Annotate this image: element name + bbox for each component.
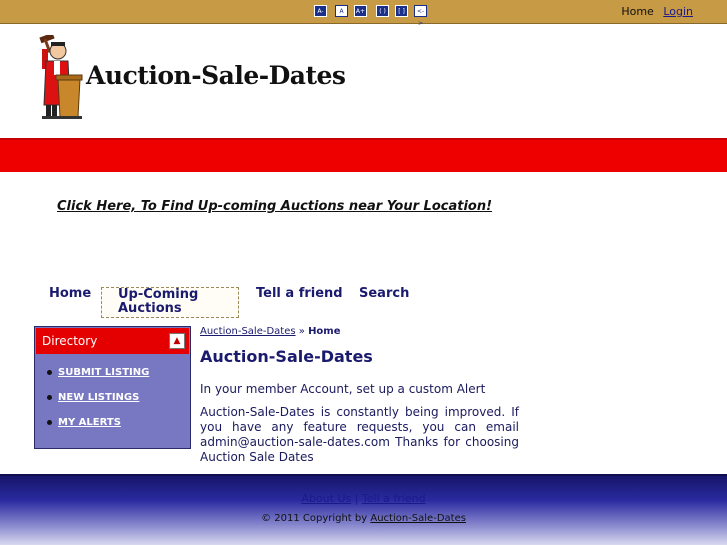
- directory-header: Directory ▲: [36, 328, 189, 354]
- breadcrumb-current: Home: [308, 326, 341, 337]
- site-header: Auction-Sale-Dates: [0, 25, 727, 138]
- narrow-width-icon[interactable]: ( ): [376, 5, 389, 17]
- footer-tell-a-friend-link[interactable]: Tell a friend: [362, 492, 426, 505]
- site-footer: About Us | Tell a friend © 2011 Copyrigh…: [0, 474, 727, 545]
- logo-text[interactable]: Auction-Sale-Dates: [86, 61, 346, 90]
- nav-home[interactable]: Home: [49, 286, 91, 301]
- collapse-chevron-up-icon[interactable]: ▲: [169, 333, 185, 349]
- nav-upcoming-auctions[interactable]: Up-Coming Auctions: [101, 287, 239, 318]
- page-title: Auction-Sale-Dates: [200, 347, 373, 366]
- copyright-text: © 2011 Copyright by: [261, 513, 371, 524]
- sidebar-item-label: SUBMIT LISTING: [58, 367, 150, 378]
- reset-font-icon[interactable]: A: [335, 5, 348, 17]
- login-link[interactable]: Login: [663, 5, 693, 18]
- sidebar-item-new-listings[interactable]: NEW LISTINGS: [47, 392, 139, 403]
- footer-separator: |: [351, 492, 362, 505]
- decrease-font-icon[interactable]: A-: [314, 5, 327, 17]
- increase-font-icon[interactable]: A+: [354, 5, 367, 17]
- fluid-width-icon[interactable]: <->: [414, 5, 427, 27]
- alert-paragraph: In your member Account, set up a custom …: [200, 382, 486, 396]
- nav-search[interactable]: Search: [359, 286, 409, 301]
- top-links: Home Login: [615, 5, 693, 18]
- about-us-link[interactable]: About Us: [301, 492, 351, 505]
- sidebar-item-label: MY ALERTS: [58, 417, 121, 428]
- copyright-link[interactable]: Auction-Sale-Dates: [370, 513, 466, 524]
- wide-width-icon[interactable]: [ ]: [395, 5, 408, 17]
- sidebar-item-label: NEW LISTINGS: [58, 392, 140, 403]
- breadcrumb-separator: »: [295, 326, 309, 337]
- auctioneer-logo-icon[interactable]: [28, 35, 84, 121]
- footer-links: About Us | Tell a friend: [0, 492, 727, 505]
- copyright: © 2011 Copyright by Auction-Sale-Dates: [0, 513, 727, 524]
- sidebar-item-submit-listing[interactable]: SUBMIT LISTING: [47, 367, 149, 378]
- bullet-icon: [47, 419, 52, 425]
- top-home-link[interactable]: Home: [621, 5, 653, 18]
- sidebar-item-my-alerts[interactable]: MY ALERTS: [47, 417, 121, 428]
- info-paragraph: Auction-Sale-Dates is constantly being i…: [200, 405, 519, 464]
- top-bar: A- A A+ ( ) [ ] <-> Home Login: [0, 0, 727, 27]
- directory-title: Directory: [42, 334, 98, 348]
- bullet-icon: [47, 369, 52, 375]
- nav-tell-a-friend[interactable]: Tell a friend: [256, 286, 343, 301]
- directory-sidebar: Directory ▲ SUBMIT LISTING NEW LISTINGS …: [34, 326, 191, 449]
- breadcrumb: Auction-Sale-Dates » Home: [200, 326, 341, 337]
- bullet-icon: [47, 394, 52, 400]
- breadcrumb-home-link[interactable]: Auction-Sale-Dates: [200, 326, 296, 337]
- find-auctions-link[interactable]: Click Here, To Find Up-coming Auctions n…: [57, 199, 492, 214]
- red-banner: [0, 138, 727, 172]
